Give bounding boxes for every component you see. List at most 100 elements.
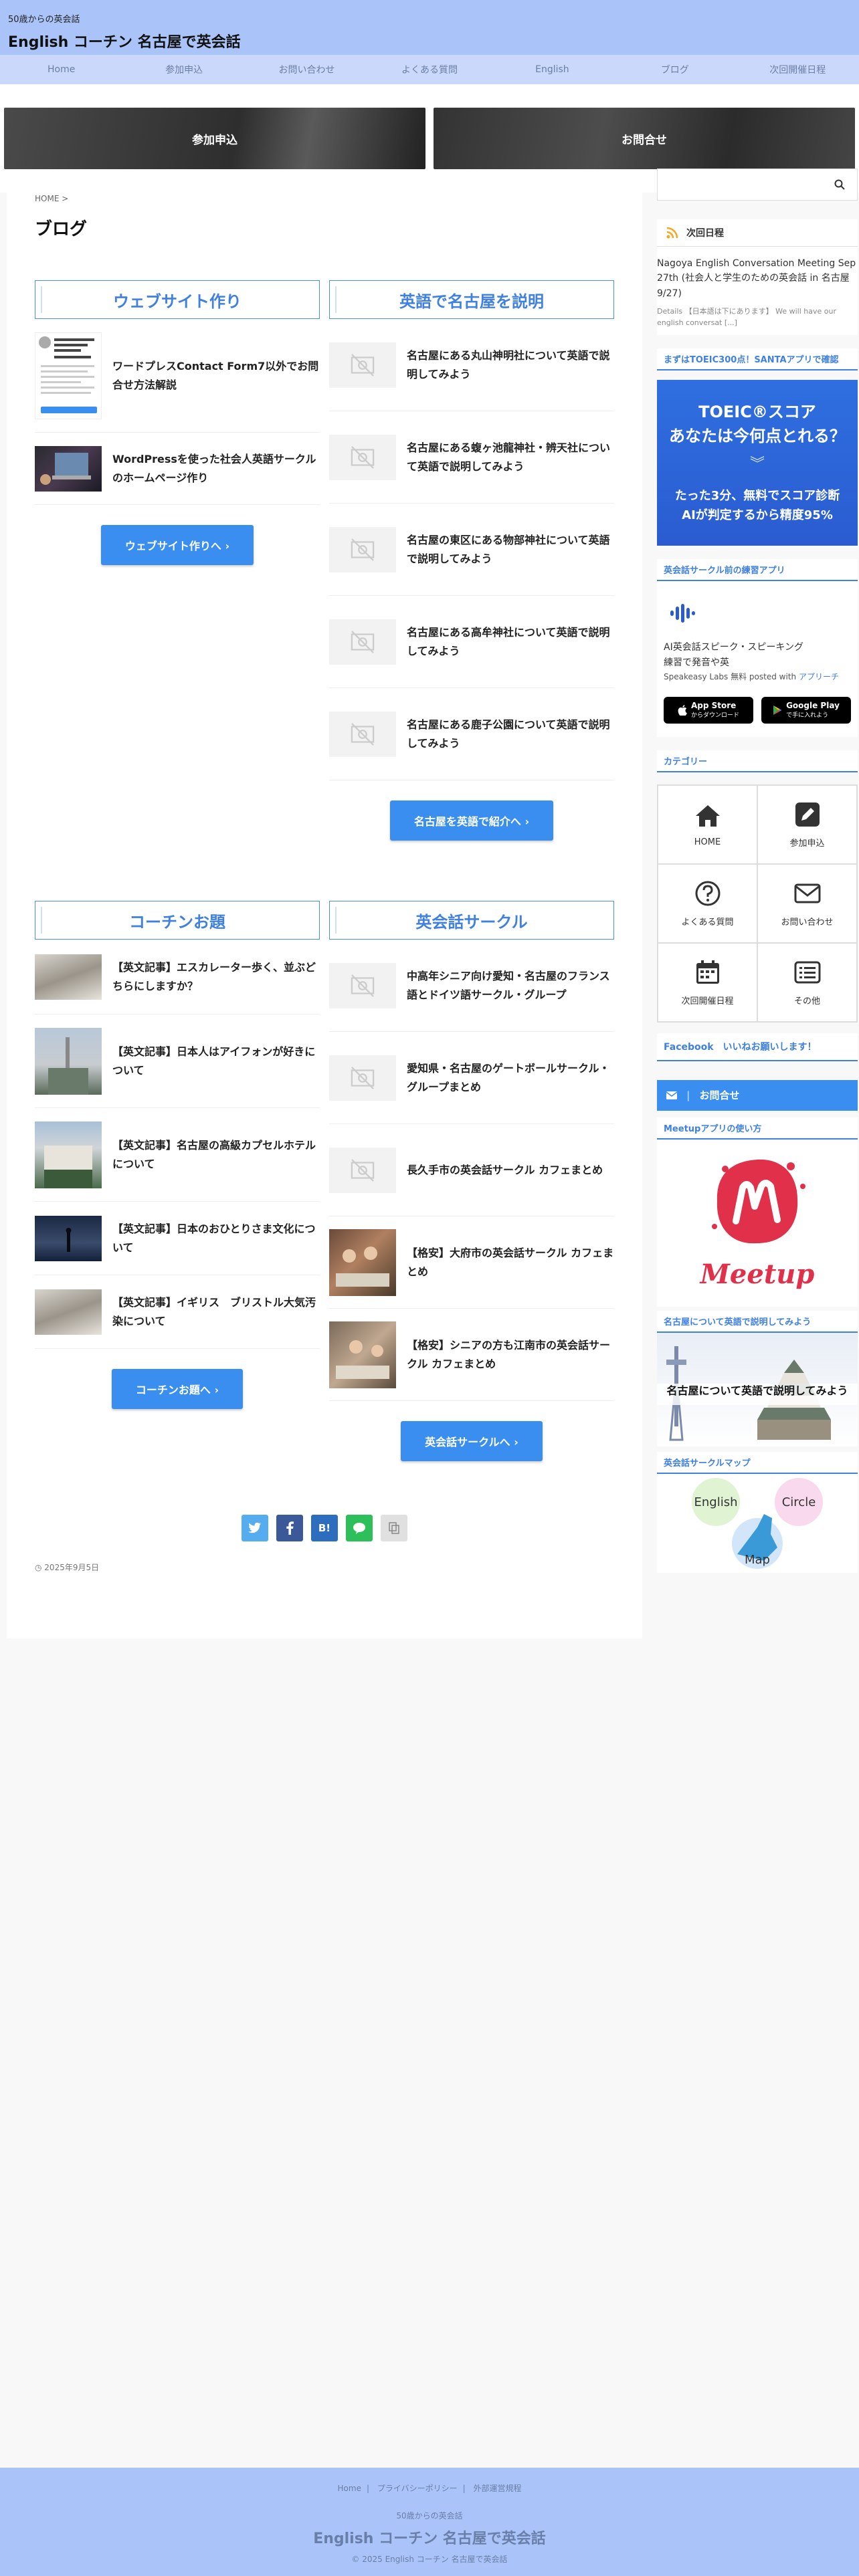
coachin-more-button[interactable]: コーチンお題へ › (111, 1369, 244, 1409)
list-item[interactable]: 【英文記事】名古屋の高級カプセルホテルについて (35, 1108, 320, 1202)
list-item[interactable]: 名古屋にある高牟神社について英語で説明してみよう (329, 596, 614, 688)
section-heading: 英語で名古屋を説明 (329, 280, 614, 319)
article-title[interactable]: 【英文記事】日本のおひとりさま文化について (112, 1220, 320, 1256)
site-title[interactable]: English コーチン 名古屋で英会話 (8, 30, 851, 51)
circle-more-button[interactable]: 英会話サークルへ › (401, 1421, 543, 1461)
article-title[interactable]: 中高年シニア向け愛知・名古屋のフランス語とドイツ語サークル・グループ (407, 967, 614, 1003)
category-home[interactable]: HOME (658, 784, 757, 864)
chevron-down-icon: ︾ (749, 456, 765, 473)
article-title[interactable]: 名古屋にある鹿子公園について英語で説明してみよう (407, 716, 614, 752)
category-schedule[interactable]: 次回開催日程 (658, 942, 757, 1022)
meetup-logo-image[interactable]: Meetup (657, 1139, 858, 1307)
article-title[interactable]: 【英文記事】日本人はアイフォンが好きについて (112, 1043, 320, 1079)
hatena-icon[interactable]: B! (311, 1515, 338, 1541)
mail-icon (794, 883, 820, 903)
calendar-icon (696, 960, 719, 984)
list-item[interactable]: 長久手市の英会話サークル カフェまとめ (329, 1124, 614, 1216)
promo-line1: TOEIC®スコア (698, 403, 816, 422)
no-image-icon (329, 434, 396, 480)
list-item[interactable]: WordPressを使った社会人英語サークルのホームページ作り (35, 433, 320, 505)
list-item[interactable]: 名古屋の東区にある物部神社について英語で説明してみよう (329, 504, 614, 596)
app-info: AI英会話スピーク・スピーキング練習で発音や英 Speakeasy Labs 無… (664, 640, 839, 684)
circle-map-banner[interactable]: English Circle Map (657, 1473, 858, 1573)
article-title[interactable]: 長久手市の英会話サークル カフェまとめ (407, 1161, 603, 1179)
app-store-button[interactable]: App Store からダウンロード (664, 696, 753, 724)
nav-contact[interactable]: お問い合わせ (246, 63, 368, 76)
category-faq[interactable]: よくある質問 (658, 863, 757, 943)
app-name[interactable]: AI英会話スピーク・スピーキング練習で発音や英 (664, 640, 804, 670)
nav-faq[interactable]: よくある質問 (368, 63, 490, 76)
article-title[interactable]: 名古屋の東区にある物部神社について英語で説明してみよう (407, 531, 614, 567)
article-title[interactable]: 【英文記事】イギリス ブリストル大気汚染について (112, 1293, 320, 1329)
copy-link-icon[interactable] (381, 1515, 407, 1541)
article-title[interactable]: 【格安】大府市の英会話サークル カフェまとめ (407, 1244, 614, 1280)
nav-english[interactable]: English (491, 64, 613, 75)
promo-line4: AIが判定するから精度95% (682, 508, 833, 522)
article-title[interactable]: 愛知県・名古屋のゲートボールサークル・グループまとめ (407, 1059, 614, 1095)
article-title[interactable]: WordPressを使った社会人英語サークルのホームページ作り (112, 450, 320, 486)
event-title[interactable]: Nagoya English Conversation Meeting Sep … (657, 256, 858, 301)
site-footer: Home | プライバシーポリシー | 外部運営規程 50歳からの英会話 Engli… (0, 2468, 859, 2576)
list-item[interactable]: 中高年シニア向け愛知・名古屋のフランス語とドイツ語サークル・グループ (329, 940, 614, 1032)
list-item[interactable]: 【英文記事】日本人はアイフォンが好きについて (35, 1014, 320, 1108)
appreach-link[interactable]: アプリーチ (799, 672, 839, 681)
article-title[interactable]: 【格安】シニアの方も江南市の英会話サークル カフェまとめ (407, 1336, 614, 1372)
search-icon[interactable] (834, 179, 845, 190)
main-content: HOME > ブログ ウェブサイト作り ワードプレスContact Form7以… (7, 174, 642, 1638)
article-title[interactable]: 名古屋にある高牟神社について英語で説明してみよう (407, 623, 614, 659)
list-item[interactable]: 【格安】大府市の英会話サークル カフェまとめ (329, 1216, 614, 1309)
google-play-button[interactable]: Google Play で手に入れよう (761, 696, 851, 724)
question-icon (695, 881, 720, 906)
nagoya-banner[interactable]: 名古屋について英語で説明してみよう (657, 1332, 858, 1446)
line-icon[interactable] (346, 1515, 373, 1541)
nav-schedule[interactable]: 次回開催日程 (737, 63, 859, 76)
contact-banner-button[interactable]: お問合せ (434, 108, 855, 169)
article-title[interactable]: 名古屋にある蝮ヶ池龍神社・辨天社について英語で説明してみよう (407, 439, 614, 475)
list-item[interactable]: 名古屋にある蝮ヶ池龍神社・辨天社について英語で説明してみよう (329, 411, 614, 504)
toeic-banner[interactable]: TOEIC®スコア あなたは今何点とれる？ ︾ たった3分、無料でスコア診断 A… (657, 380, 858, 546)
breadcrumb[interactable]: HOME > (35, 194, 614, 203)
category-contact[interactable]: お問い合わせ (757, 863, 857, 943)
footer-link-home[interactable]: Home (338, 2484, 361, 2493)
join-banner-button[interactable]: 参加申込 (4, 108, 425, 169)
footer-title[interactable]: English コーチン 名古屋で英会話 (0, 2527, 859, 2548)
section-heading: ウェブサイト作り (35, 280, 320, 319)
google-play-label: Google Play (786, 701, 840, 711)
list-item[interactable]: 名古屋にある鹿子公園について英語で説明してみよう (329, 688, 614, 780)
nagoya-more-button[interactable]: 名古屋を英語で紹介へ › (389, 800, 554, 841)
list-item[interactable]: 【英文記事】イギリス ブリストル大気汚染について (35, 1275, 320, 1349)
list-item[interactable]: 名古屋にある丸山神明社について英語で説明してみよう (329, 319, 614, 411)
promo-line2: あなたは今何点とれる？ (669, 427, 846, 446)
footer-link-privacy[interactable]: プライバシーポリシー (377, 2484, 458, 2493)
facebook-icon[interactable] (276, 1515, 303, 1541)
section-heading: 英会話サークル (329, 901, 614, 940)
list-item[interactable]: 【英文記事】エスカレーター歩く、並ぶどちらにしますか？ (35, 940, 320, 1014)
twitter-icon[interactable] (242, 1515, 268, 1541)
sidebar-contact-button[interactable]: | お問合せ (657, 1079, 858, 1111)
search-input[interactable] (657, 169, 858, 201)
nav-blog[interactable]: ブログ (613, 63, 736, 76)
nav-join[interactable]: 参加申込 (122, 63, 245, 76)
list-item[interactable]: 【格安】シニアの方も江南市の英会話サークル カフェまとめ (329, 1309, 614, 1401)
article-thumbnail (35, 445, 102, 492)
footer-link-terms[interactable]: 外部運営規程 (473, 2484, 521, 2493)
more-wrapper: ウェブサイト作りへ › (35, 525, 320, 565)
category-other[interactable]: その他 (757, 942, 857, 1022)
category-label: その他 (793, 996, 820, 1007)
article-title[interactable]: 【英文記事】名古屋の高級カプセルホテルについて (112, 1136, 320, 1172)
article-title[interactable]: 名古屋にある丸山神明社について英語で説明してみよう (407, 346, 614, 383)
category-label: よくある質問 (681, 918, 734, 928)
app-logo-icon[interactable] (664, 595, 701, 632)
list-item[interactable]: 【英文記事】日本のおひとりさま文化について (35, 1202, 320, 1275)
category-join[interactable]: 参加申込 (757, 784, 857, 864)
nav-home[interactable]: Home (0, 64, 122, 75)
app-store-sub: からダウンロード (690, 712, 739, 720)
article-title[interactable]: 【英文記事】エスカレーター歩く、並ぶどちらにしますか？ (112, 958, 320, 994)
no-image-icon (329, 1055, 396, 1101)
facebook-like-link[interactable]: Facebook いいねお願いします！ (657, 1033, 858, 1061)
article-title[interactable]: ワードプレスContact Form7以外でお問合せ方法解説 (112, 357, 320, 393)
category-label: 次回開催日程 (681, 996, 734, 1007)
website-more-button[interactable]: ウェブサイト作りへ › (100, 525, 254, 565)
list-item[interactable]: 愛知県・名古屋のゲートボールサークル・グループまとめ (329, 1032, 614, 1124)
list-item[interactable]: ワードプレスContact Form7以外でお問合せ方法解説 (35, 319, 320, 433)
